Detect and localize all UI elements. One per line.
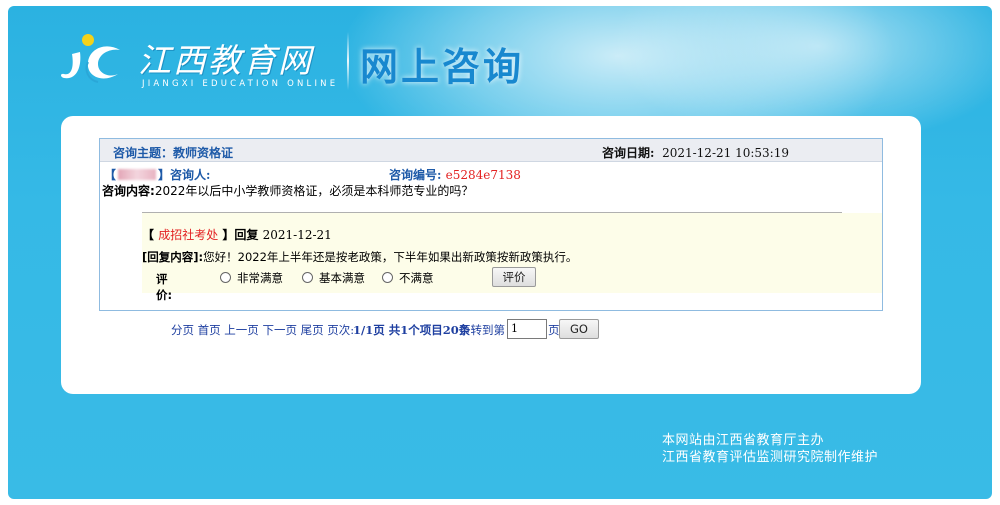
rating-option-label: 基本满意 bbox=[319, 271, 365, 285]
logo-english-text: JIANGXI EDUCATION ONLINE bbox=[142, 79, 339, 89]
radio-icon[interactable] bbox=[382, 272, 393, 283]
reply-org: 成招社考处 bbox=[158, 228, 219, 242]
content-card: 咨询主题：教师资格证 咨询日期: 2021-12-21 10:53:19 【】咨… bbox=[61, 116, 921, 394]
question-content: 咨询内容:2022年以后中小学教师资格证，必须是本科师范专业的吗？ bbox=[100, 178, 882, 200]
pagination-links[interactable]: 分页 首页 上一页 下一页 尾页 页次: bbox=[171, 322, 354, 338]
reply-date: 2021-12-21 bbox=[262, 228, 332, 242]
reply-content-text: 您好！2022年上半年还是按老政策，下半年如果出新政策按新政策执行。 bbox=[203, 250, 578, 264]
rating-option-label: 非常满意 bbox=[237, 271, 283, 285]
date-value: 2021-12-21 10:53:19 bbox=[662, 146, 789, 160]
date-label: 咨询日期: bbox=[602, 146, 655, 160]
pagination-status: 1/1页 共1个项目20条 bbox=[353, 322, 470, 338]
topic-label: 咨询主题： bbox=[113, 146, 174, 160]
site-logo[interactable]: 江西教育网 JIANGXI EDUCATION ONLINE bbox=[58, 26, 358, 96]
header-divider bbox=[347, 32, 349, 90]
rating-label: 评价: bbox=[156, 272, 173, 302]
rating-option-unsatisfied[interactable]: 不满意 bbox=[382, 270, 434, 286]
goto-label: 页转到第 bbox=[459, 323, 505, 337]
consultation-date: 咨询日期: 2021-12-21 10:53:19 bbox=[602, 144, 789, 161]
rating-option-very-satisfied[interactable]: 非常满意 bbox=[220, 270, 283, 286]
consultation-header: 咨询主题：教师资格证 咨询日期: 2021-12-21 10:53:19 bbox=[100, 139, 882, 162]
reply-header: 【 成招社考处 】回复 2021-12-21 bbox=[142, 226, 332, 243]
footer-line-2: 江西省教育评估监测研究院制作维护 bbox=[662, 450, 879, 465]
reply-label: 】回复 bbox=[222, 228, 259, 242]
rating-option-satisfied[interactable]: 基本满意 bbox=[302, 270, 365, 286]
jc-logo-icon bbox=[61, 34, 120, 83]
radio-icon[interactable] bbox=[302, 272, 313, 283]
reply-content-label: [回复内容]: bbox=[142, 250, 204, 264]
page-suffix: 页 bbox=[548, 323, 560, 337]
footer-credits: 本网站由江西省教育厅主办 江西省教育评估监测研究院制作维护 bbox=[662, 432, 878, 466]
rating-option-label: 不满意 bbox=[399, 271, 434, 285]
page-number-input[interactable]: 1 bbox=[507, 319, 547, 339]
consultation-meta: 【】咨询人: 咨询编号: e5284e7138 bbox=[100, 162, 882, 182]
topic-value: 教师资格证 bbox=[173, 146, 234, 160]
reply-content: [回复内容]:您好！2022年上半年还是按老政策，下半年如果出新政策按新政策执行… bbox=[142, 249, 577, 265]
consultation-panel: 咨询主题：教师资格证 咨询日期: 2021-12-21 10:53:19 【】咨… bbox=[99, 138, 883, 311]
submit-rating-button[interactable]: 评价 bbox=[492, 267, 536, 287]
consultation-topic: 咨询主题：教师资格证 bbox=[113, 144, 233, 161]
logo-chinese-text: 江西教育网 bbox=[138, 41, 313, 80]
pagination-status-text: 1/1页 共1个项目20条 bbox=[353, 323, 471, 337]
reply-section: 【 成招社考处 】回复 2021-12-21 [回复内容]:您好！2022年上半… bbox=[142, 213, 882, 302]
radio-icon[interactable] bbox=[220, 272, 231, 283]
go-button[interactable]: GO bbox=[559, 319, 599, 339]
footer-line-1: 本网站由江西省教育厅主办 bbox=[662, 433, 825, 448]
reply-bracket-open: 【 bbox=[142, 228, 155, 242]
question-label: 咨询内容: bbox=[102, 184, 155, 198]
page-title: 网上咨询 bbox=[360, 45, 525, 89]
question-text: 2022年以后中小学教师资格证，必须是本科师范专业的吗？ bbox=[154, 184, 474, 198]
